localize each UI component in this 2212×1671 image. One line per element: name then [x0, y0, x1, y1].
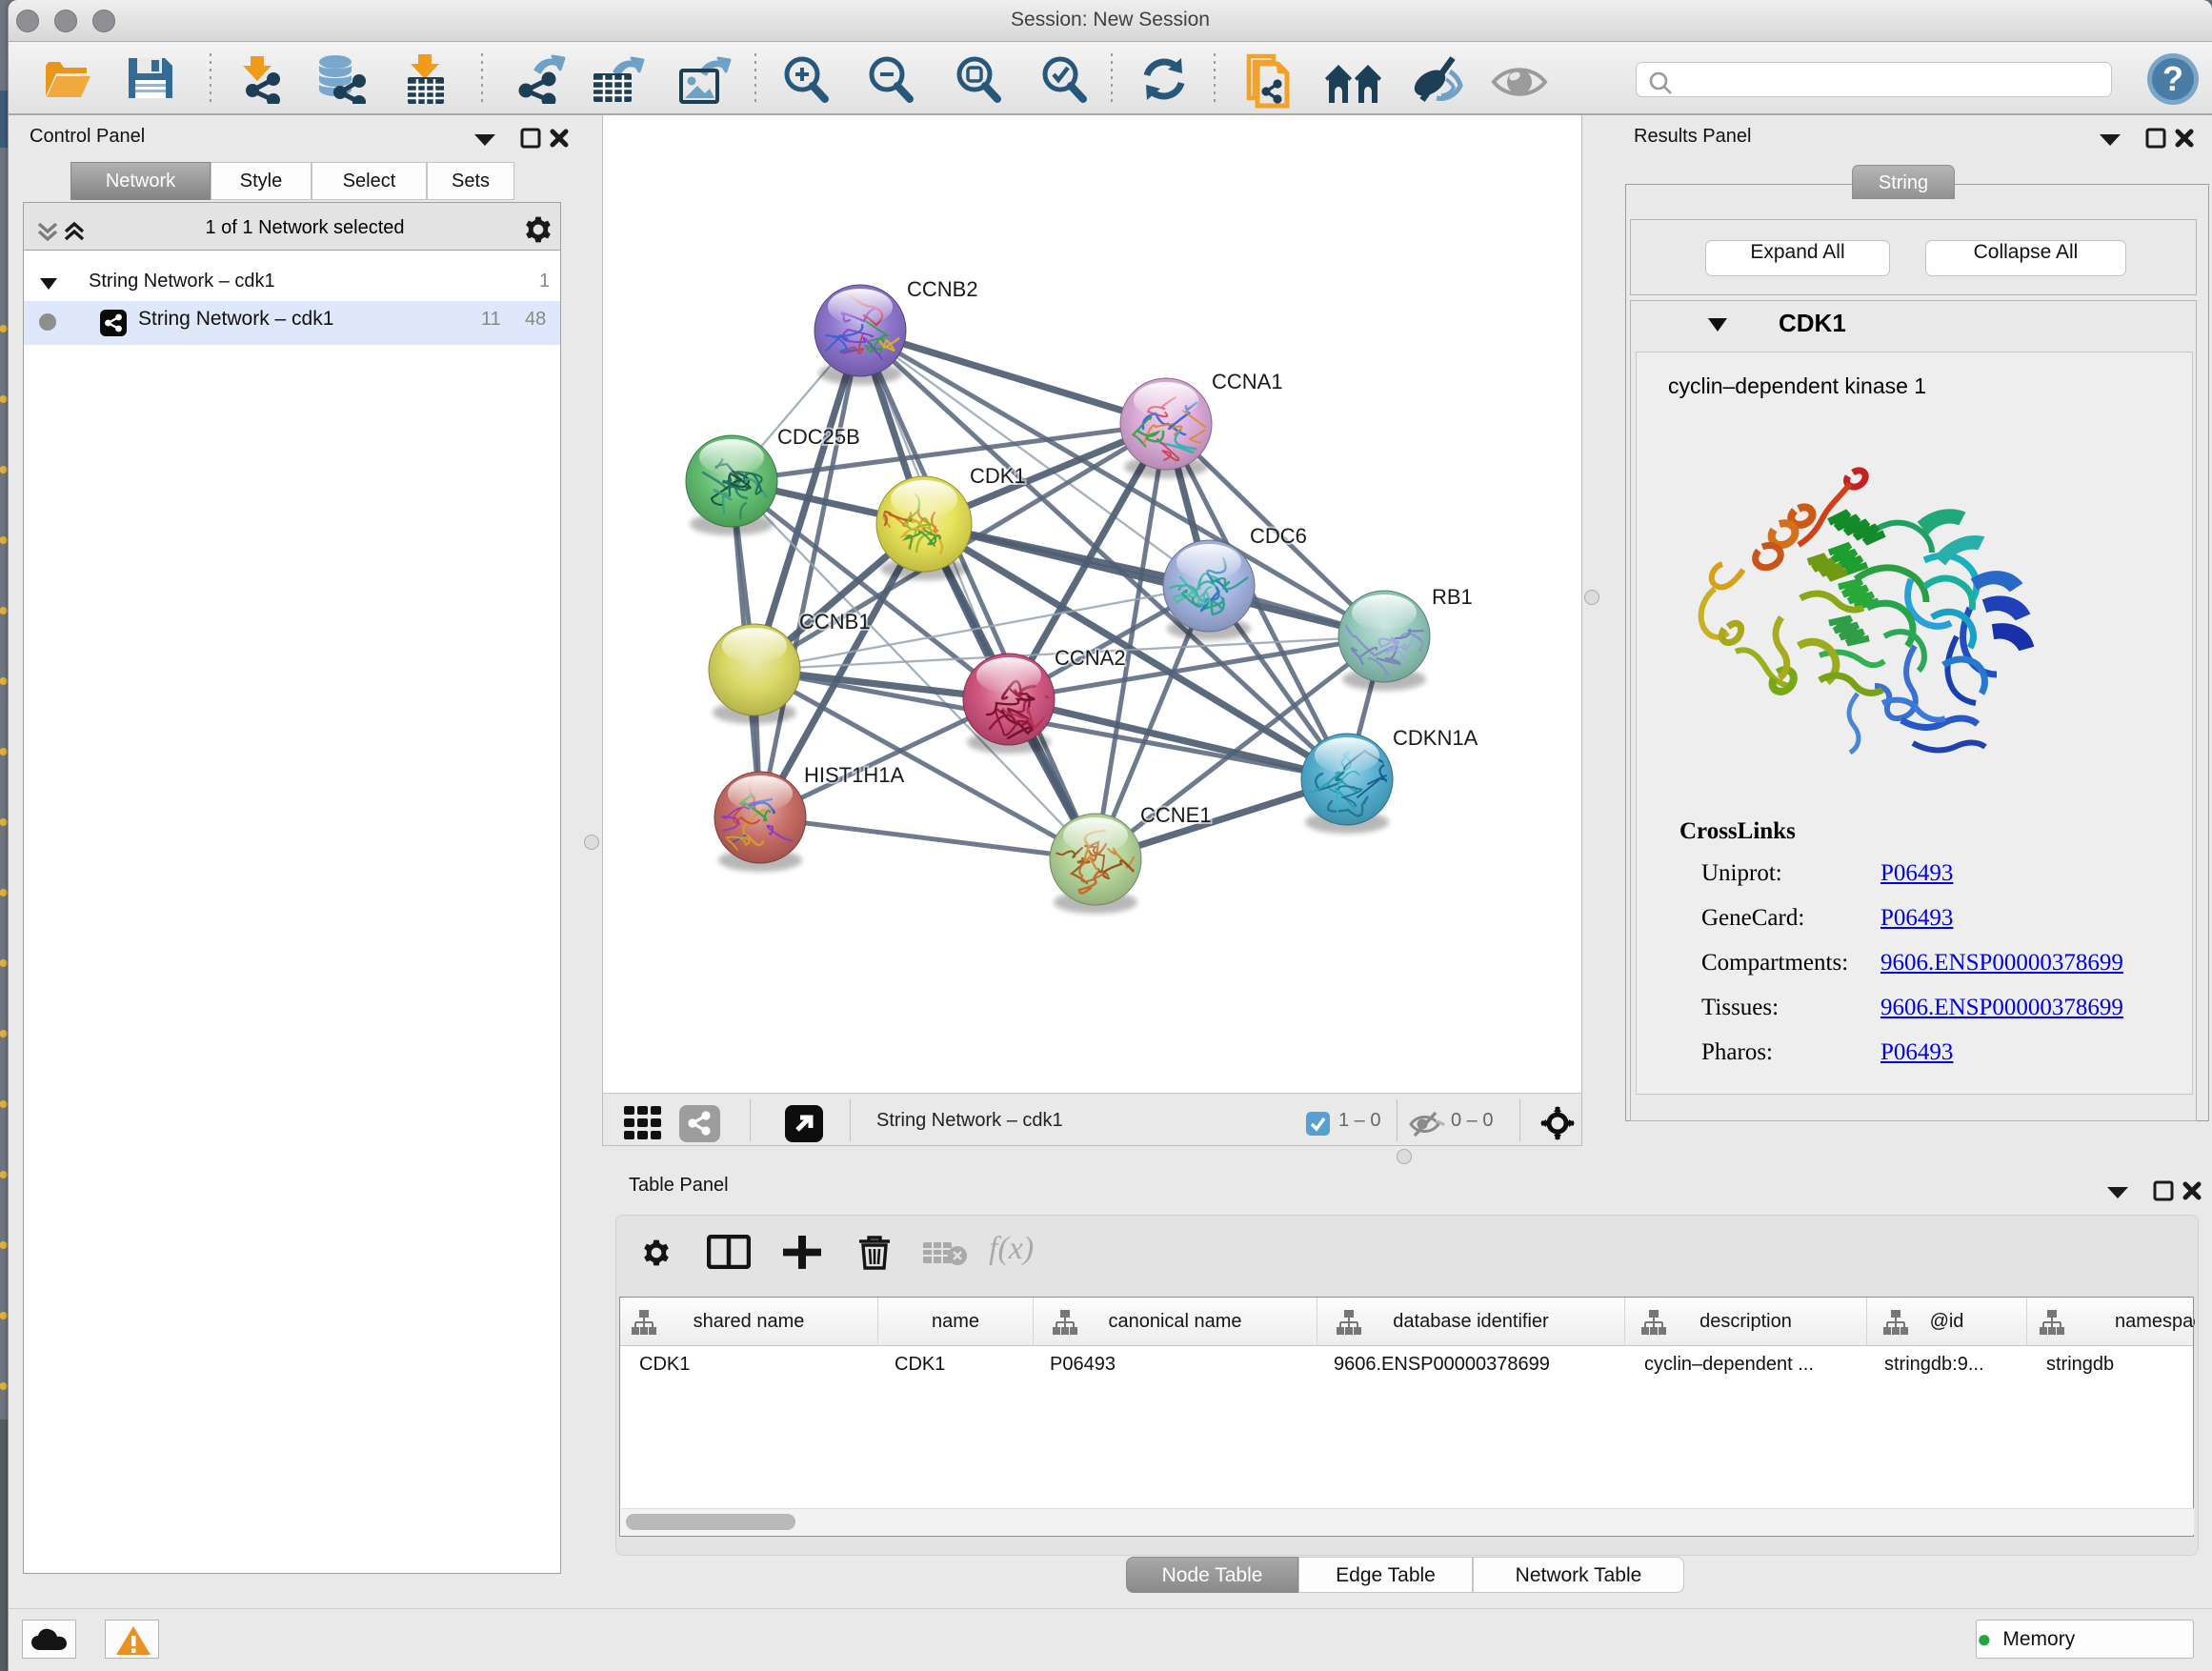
- svg-text:?: ?: [2162, 59, 2183, 98]
- svg-text:CCNA2: CCNA2: [1055, 646, 1126, 670]
- svg-text:CDC6: CDC6: [1250, 524, 1307, 548]
- svg-text:CDK1: CDK1: [970, 464, 1026, 488]
- svg-text:CCNB2: CCNB2: [907, 277, 978, 301]
- svg-text:CCNA1: CCNA1: [1212, 370, 1283, 393]
- svg-text:CDKN1A: CDKN1A: [1393, 726, 1478, 750]
- svg-text:CCNB1: CCNB1: [799, 610, 871, 634]
- svg-text:HIST1H1A: HIST1H1A: [804, 763, 904, 787]
- svg-text:RB1: RB1: [1432, 585, 1473, 609]
- svg-text:CDC25B: CDC25B: [777, 425, 860, 449]
- svg-text:CCNE1: CCNE1: [1140, 803, 1212, 827]
